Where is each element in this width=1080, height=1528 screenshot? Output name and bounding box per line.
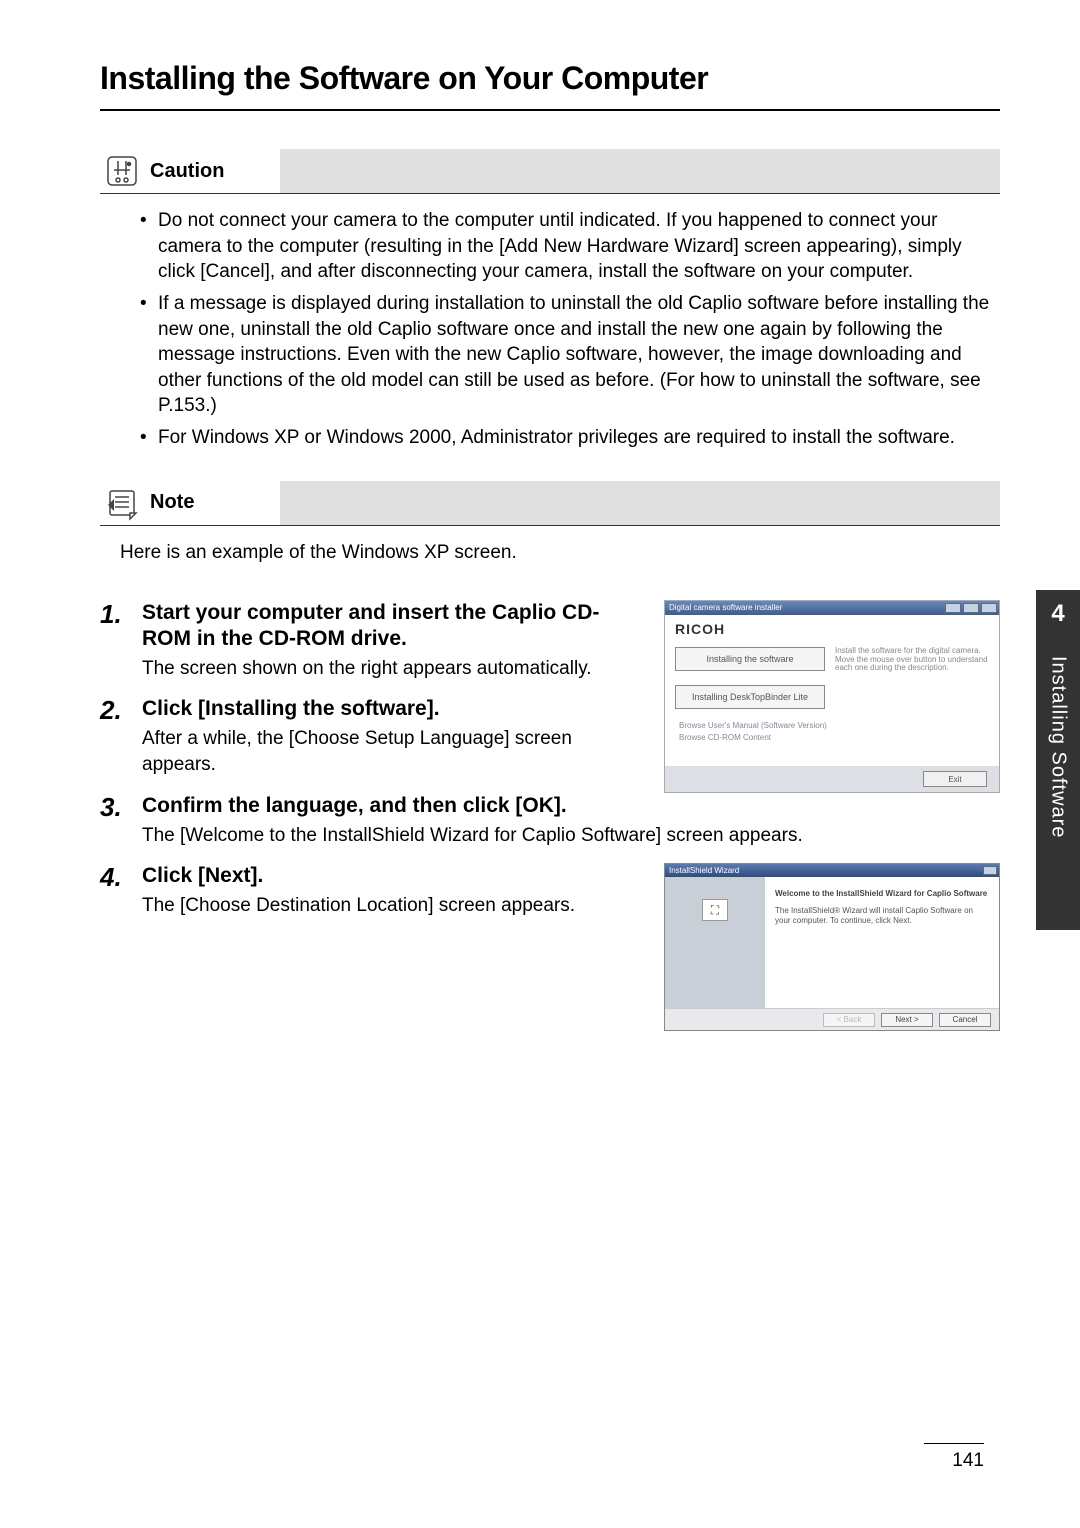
close-icon[interactable] xyxy=(981,603,997,613)
step-3: 3 Confirm the language, and then click [… xyxy=(100,793,1000,849)
browse-cdrom-link[interactable]: Browse CD-ROM Content xyxy=(679,733,989,742)
caution-label: Caution xyxy=(144,160,224,183)
step-number: 2 xyxy=(100,696,142,778)
page-number: 141 xyxy=(924,1443,984,1472)
step-1: 1 Start your computer and insert the Cap… xyxy=(100,600,642,682)
window-title: Digital camera software installer xyxy=(665,603,945,612)
caution-header: Caution xyxy=(100,149,1000,194)
back-button: < Back xyxy=(823,1013,875,1027)
chapter-number: 4 xyxy=(1051,600,1064,628)
step-4: 4 Click [Next]. The [Choose Destination … xyxy=(100,863,642,919)
wizard-screenshot: InstallShield Wizard ⛶ Welcome to the In… xyxy=(664,863,1000,1031)
caution-icon xyxy=(100,149,144,193)
steps-list: 1 Start your computer and insert the Cap… xyxy=(100,600,1000,1031)
step-desc: After a while, the [Choose Setup Languag… xyxy=(142,726,642,777)
caution-item: Do not connect your camera to the comput… xyxy=(140,208,1000,285)
note-label: Note xyxy=(144,491,194,514)
installer-screenshot: Digital camera software installer RICOH … xyxy=(664,600,1000,793)
caution-list: Do not connect your camera to the comput… xyxy=(100,208,1000,481)
install-software-desc: Install the software for the digital cam… xyxy=(835,647,989,673)
note-header: Note xyxy=(100,481,1000,526)
maximize-icon[interactable] xyxy=(963,603,979,613)
step-desc: The [Welcome to the InstallShield Wizard… xyxy=(142,823,1000,849)
step-desc: The [Choose Destination Location] screen… xyxy=(142,893,642,919)
wizard-body-text: The InstallShield® Wizard will install C… xyxy=(775,906,989,926)
step-number: 1 xyxy=(100,600,142,682)
step-title: Confirm the language, and then click [OK… xyxy=(142,793,1000,819)
chapter-title: Installing Software xyxy=(1047,656,1070,838)
page-title: Installing the Software on Your Computer xyxy=(100,60,1000,111)
step-title: Start your computer and insert the Capli… xyxy=(142,600,642,653)
next-button[interactable]: Next > xyxy=(881,1013,933,1027)
step-number: 3 xyxy=(100,793,142,849)
browse-manual-link[interactable]: Browse User's Manual (Software Version) xyxy=(679,721,989,730)
chapter-tab: 4 Installing Software xyxy=(1036,590,1080,930)
install-desktopbinder-button[interactable]: Installing DeskTopBinder Lite xyxy=(675,685,825,709)
minimize-icon[interactable] xyxy=(945,603,961,613)
wizard-icon: ⛶ xyxy=(702,899,728,921)
wizard-heading: Welcome to the InstallShield Wizard for … xyxy=(775,889,989,898)
cancel-button[interactable]: Cancel xyxy=(939,1013,991,1027)
caution-item: If a message is displayed during install… xyxy=(140,291,1000,419)
note-icon xyxy=(100,481,144,525)
step-desc: The screen shown on the right appears au… xyxy=(142,656,642,682)
caution-item: For Windows XP or Windows 2000, Administ… xyxy=(140,425,1000,451)
exit-button[interactable]: Exit xyxy=(923,771,987,787)
brand-label: RICOH xyxy=(675,621,989,637)
note-text: Here is an example of the Windows XP scr… xyxy=(100,540,1000,590)
install-software-button[interactable]: Installing the software xyxy=(675,647,825,671)
step-number: 4 xyxy=(100,863,142,919)
window-title: InstallShield Wizard xyxy=(669,866,739,875)
step-title: Click [Installing the software]. xyxy=(142,696,642,722)
close-icon[interactable] xyxy=(983,866,997,875)
step-2: 2 Click [Installing the software]. After… xyxy=(100,696,642,778)
step-title: Click [Next]. xyxy=(142,863,642,889)
